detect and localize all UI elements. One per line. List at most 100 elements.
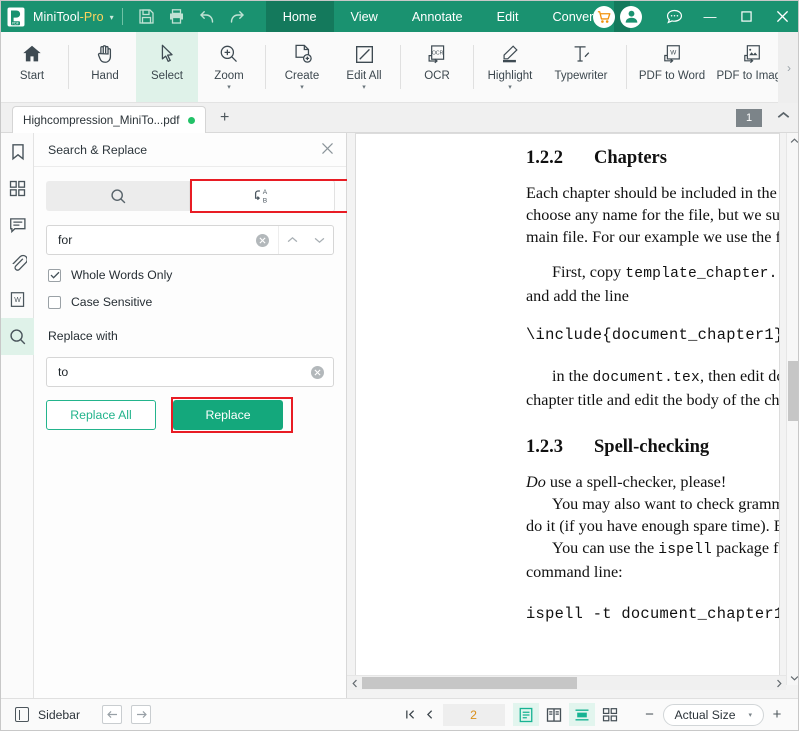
chevron-up-icon[interactable] bbox=[777, 111, 790, 123]
feedback-icon[interactable] bbox=[656, 1, 692, 32]
replace-actions: Replace All Replace bbox=[46, 397, 334, 433]
search-input[interactable]: for bbox=[58, 233, 256, 247]
horizontal-scroll-thumb[interactable] bbox=[362, 677, 577, 689]
redo-icon[interactable] bbox=[222, 1, 252, 32]
next-match-button[interactable] bbox=[306, 226, 333, 254]
whole-words-only-row[interactable]: Whole Words Only bbox=[48, 268, 346, 282]
two-page-view-button[interactable] bbox=[541, 703, 567, 726]
tool-pdf-to-word[interactable]: W PDF to Word bbox=[632, 32, 712, 102]
previous-match-button[interactable] bbox=[279, 226, 306, 254]
case-sensitive-row[interactable]: Case Sensitive bbox=[48, 295, 346, 309]
whole-words-only-checkbox[interactable] bbox=[48, 268, 61, 282]
user-account-icon[interactable] bbox=[620, 5, 642, 28]
page-number-input[interactable]: 2 bbox=[442, 703, 505, 726]
replace-all-button[interactable]: Replace All bbox=[46, 400, 156, 430]
document-tab[interactable]: Highcompression_MiniTo...pdf bbox=[12, 106, 206, 133]
app-title-pro: -Pro bbox=[79, 9, 104, 24]
shopping-cart-icon[interactable] bbox=[593, 5, 615, 28]
title-bar: PDF MiniTool-Pro ▾ Home View Annotate Ed… bbox=[1, 1, 798, 32]
panel-header: Search & Replace bbox=[34, 133, 346, 167]
minimize-button[interactable]: — bbox=[692, 1, 728, 32]
highlight-icon bbox=[498, 39, 522, 65]
document-vertical-scrollbar[interactable] bbox=[786, 133, 798, 685]
tool-ocr[interactable]: OCR OCR bbox=[406, 32, 468, 102]
search-input-wrapper[interactable]: for bbox=[46, 225, 334, 255]
zoom-out-button[interactable]: − bbox=[637, 704, 663, 726]
print-icon[interactable] bbox=[162, 1, 192, 32]
close-icon[interactable] bbox=[321, 142, 334, 157]
vertical-scroll-thumb[interactable] bbox=[788, 361, 798, 421]
close-button[interactable] bbox=[764, 1, 798, 32]
tool-edit-all-caret-icon[interactable]: ▾ bbox=[362, 84, 366, 91]
tool-select[interactable]: Select bbox=[136, 32, 198, 102]
scroll-down-icon[interactable] bbox=[787, 670, 798, 685]
navigate-back-button[interactable] bbox=[102, 705, 123, 724]
scroll-up-icon[interactable] bbox=[787, 133, 798, 148]
tool-create[interactable]: Create ▾ bbox=[271, 32, 333, 102]
previous-page-button[interactable] bbox=[420, 704, 439, 726]
zoom-level-select[interactable]: Actual Size ▾ bbox=[662, 703, 764, 726]
sidebar-item-word-export[interactable]: W bbox=[1, 281, 34, 318]
pdf-page[interactable]: 1.2.2 Chapters Each chapter should be inc… bbox=[355, 133, 780, 683]
single-page-view-button[interactable] bbox=[512, 703, 539, 726]
scroll-left-icon[interactable] bbox=[347, 676, 362, 690]
side-rail: W bbox=[1, 133, 34, 700]
tool-zoom-caret-icon[interactable]: ▾ bbox=[227, 84, 231, 91]
first-page-button[interactable] bbox=[401, 704, 420, 726]
ribbon-tab-view[interactable]: View bbox=[334, 1, 395, 32]
doc-p6-post: package f bbox=[712, 538, 779, 557]
sidebar-item-bookmark[interactable] bbox=[1, 133, 34, 170]
document-horizontal-scrollbar[interactable] bbox=[347, 675, 786, 690]
tool-hand[interactable]: Hand bbox=[74, 32, 136, 102]
doc-p3-mono: document.tex bbox=[592, 369, 700, 386]
svg-text:A: A bbox=[262, 189, 267, 196]
navigate-forward-button[interactable] bbox=[131, 705, 152, 724]
maximize-button[interactable] bbox=[728, 1, 764, 32]
tool-zoom[interactable]: Zoom ▾ bbox=[198, 32, 260, 102]
tool-highlight-caret-icon[interactable]: ▾ bbox=[508, 84, 512, 91]
tool-typewriter-label: Typewriter bbox=[554, 70, 608, 82]
tool-start[interactable]: Start bbox=[1, 32, 63, 102]
sidebar-item-attachments[interactable] bbox=[1, 244, 34, 281]
cursor-select-icon bbox=[157, 39, 177, 65]
titlebar-right-controls: — bbox=[588, 1, 798, 32]
document-tab-strip: Highcompression_MiniTo...pdf + bbox=[1, 103, 798, 133]
case-sensitive-checkbox[interactable] bbox=[48, 295, 61, 309]
sidebar-item-search[interactable] bbox=[1, 318, 34, 355]
tool-typewriter[interactable]: Typewriter bbox=[541, 32, 621, 102]
replace-button[interactable]: Replace bbox=[173, 400, 283, 430]
scroll-right-icon[interactable] bbox=[771, 676, 786, 690]
sidebar-item-thumbnails[interactable] bbox=[1, 170, 34, 207]
ribbon-tab-annotate[interactable]: Annotate bbox=[395, 1, 480, 32]
tool-create-label: Create bbox=[284, 70, 320, 82]
doc-p1-line3: main file. For our example we use the fi… bbox=[526, 228, 780, 247]
sidebar-item-comments[interactable] bbox=[1, 207, 34, 244]
tool-create-caret-icon[interactable]: ▾ bbox=[300, 84, 304, 91]
clear-search-icon[interactable] bbox=[256, 233, 269, 247]
replace-input[interactable]: to bbox=[58, 365, 311, 379]
tool-edit-all-label: Edit All bbox=[346, 70, 382, 82]
app-menu-caret-icon[interactable]: ▾ bbox=[110, 13, 114, 22]
ribbon-separator bbox=[473, 45, 474, 89]
sidebar-toggle-icon bbox=[15, 707, 29, 722]
replace-mode-tab[interactable]: A B bbox=[190, 181, 334, 211]
clear-replace-icon[interactable] bbox=[311, 365, 324, 379]
undo-icon[interactable] bbox=[192, 1, 222, 32]
new-tab-button[interactable]: + bbox=[220, 110, 229, 126]
search-mode-tab[interactable] bbox=[46, 181, 190, 211]
continuous-view-button[interactable] bbox=[568, 703, 595, 726]
sidebar-toggle[interactable]: Sidebar bbox=[15, 707, 80, 722]
save-icon[interactable] bbox=[132, 1, 162, 32]
typewriter-icon bbox=[570, 39, 592, 65]
ribbon-tab-edit[interactable]: Edit bbox=[480, 1, 536, 32]
doc-p3-post: , then edit dc bbox=[699, 366, 780, 385]
ribbon-tab-list: Home View Annotate Edit Convert › bbox=[265, 1, 630, 32]
grid-view-button[interactable] bbox=[597, 703, 623, 726]
tool-edit-all[interactable]: Edit All ▾ bbox=[333, 32, 395, 102]
status-bar-right: 2 − Actual Size ▾ + bbox=[401, 703, 790, 726]
zoom-in-button[interactable]: + bbox=[764, 704, 790, 726]
replace-input-wrapper[interactable]: to bbox=[46, 357, 334, 387]
tool-highlight[interactable]: Highlight ▾ bbox=[479, 32, 541, 102]
ribbon-tab-home[interactable]: Home bbox=[265, 1, 334, 32]
ribbon-overflow-button[interactable]: › bbox=[778, 32, 798, 103]
